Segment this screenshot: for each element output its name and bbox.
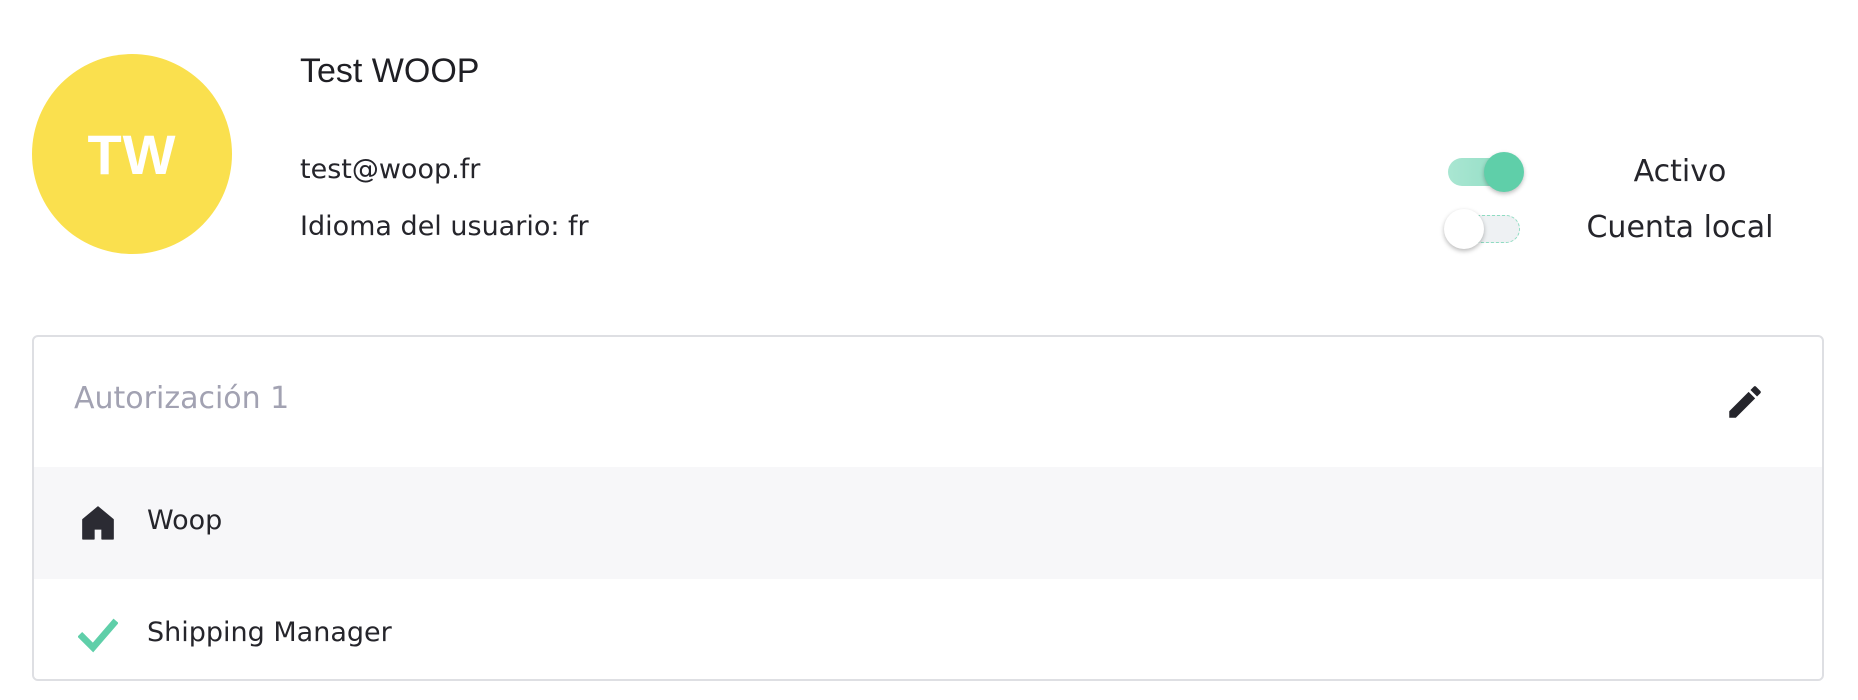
avatar-initials: TW <box>87 122 177 186</box>
user-name: Test WOOP <box>300 52 480 90</box>
authorization-role-row: Shipping Manager <box>34 579 1822 679</box>
authorization-title: Autorización 1 <box>74 381 290 416</box>
active-toggle[interactable] <box>1444 150 1524 192</box>
checkmark-icon <box>78 618 118 653</box>
active-toggle-label: Activo <box>1633 154 1727 189</box>
avatar: TW <box>32 54 232 254</box>
authorization-card-header: Autorización 1 <box>34 337 1822 467</box>
role-name: Shipping Manager <box>147 617 392 648</box>
edit-authorization-button[interactable] <box>1724 381 1766 423</box>
local-account-toggle-knob <box>1444 209 1484 249</box>
authorization-company-row: Woop <box>34 467 1822 579</box>
company-name: Woop <box>147 505 223 536</box>
local-account-toggle[interactable] <box>1444 207 1524 249</box>
user-language: Idioma del usuario: fr <box>300 211 589 242</box>
local-account-toggle-label: Cuenta local <box>1586 210 1774 245</box>
active-toggle-knob <box>1484 152 1524 192</box>
home-icon <box>82 506 114 540</box>
authorization-card: Autorización 1 Woop Shipping Manager <box>32 335 1824 681</box>
pencil-icon <box>1729 386 1761 418</box>
user-email: test@woop.fr <box>300 154 481 185</box>
